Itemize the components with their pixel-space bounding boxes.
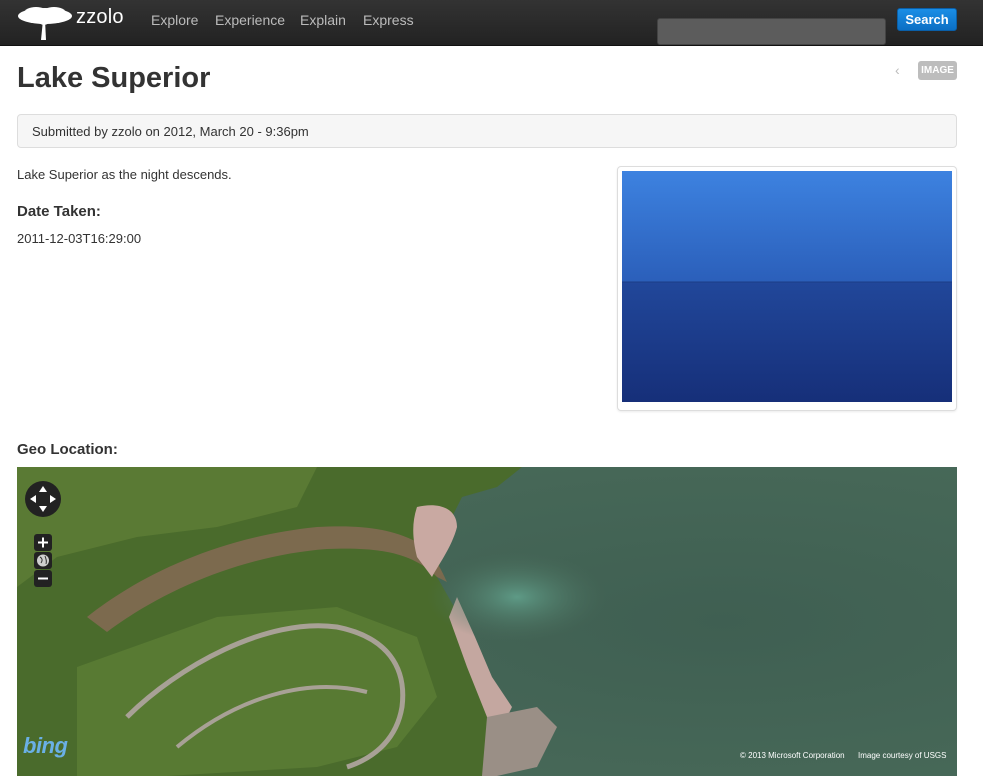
nav-experience[interactable]: Experience bbox=[215, 12, 285, 28]
plus-icon bbox=[38, 537, 48, 548]
date-taken-value: 2011-12-03T16:29:00 bbox=[17, 231, 142, 246]
tree-logo-icon[interactable] bbox=[16, 4, 74, 42]
nav-explain[interactable]: Explain bbox=[300, 12, 346, 28]
search-input[interactable] bbox=[657, 18, 886, 45]
nav-express[interactable]: Express bbox=[363, 12, 414, 28]
map-credit: Image courtesy of USGS bbox=[858, 751, 947, 760]
brand-name[interactable]: zzolo bbox=[76, 6, 124, 29]
lake-photo[interactable] bbox=[622, 171, 952, 402]
aerial-map-image[interactable] bbox=[17, 467, 957, 776]
map-style-button[interactable] bbox=[34, 552, 52, 569]
type-badge: IMAGE bbox=[918, 61, 957, 80]
zoom-in-button[interactable] bbox=[34, 534, 52, 551]
pan-arrows-icon[interactable] bbox=[25, 481, 61, 517]
page-title: Lake Superior bbox=[17, 62, 211, 94]
submitted-info-box: Submitted by zzolo on 2012, March 20 - 9… bbox=[17, 114, 957, 148]
body-text: Lake Superior as the night descends. bbox=[17, 167, 232, 182]
image-frame[interactable] bbox=[617, 166, 957, 411]
nav-explore[interactable]: Explore bbox=[151, 12, 198, 28]
chevron-left-icon[interactable]: ‹ bbox=[895, 62, 900, 78]
map-viewport[interactable]: bing © 2013 Microsoft Corporation Image … bbox=[17, 467, 957, 776]
top-navbar: zzolo Explore Experience Explain Express… bbox=[0, 0, 983, 46]
geo-location-label: Geo Location: bbox=[17, 441, 118, 458]
search-button[interactable]: Search bbox=[897, 8, 957, 31]
map-copyright: © 2013 Microsoft Corporation bbox=[740, 751, 845, 760]
submitted-text: Submitted by zzolo on 2012, March 20 - 9… bbox=[32, 124, 309, 139]
date-taken-label: Date Taken: bbox=[17, 203, 101, 220]
minus-icon bbox=[38, 577, 48, 580]
globe-icon bbox=[37, 554, 49, 567]
zoom-out-button[interactable] bbox=[34, 570, 52, 587]
bing-logo[interactable]: bing bbox=[23, 733, 68, 759]
